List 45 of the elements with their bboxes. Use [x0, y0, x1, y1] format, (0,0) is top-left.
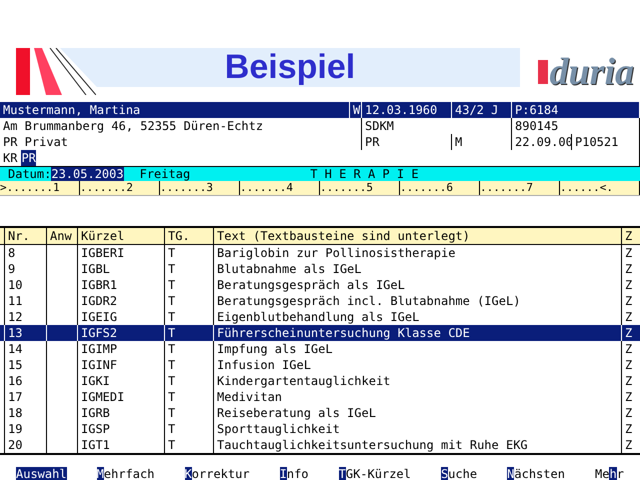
column-header: TG. — [164, 228, 213, 244]
ruler-mark: .......3 — [160, 181, 240, 195]
table-cell: 20 — [4, 437, 46, 453]
patient-number: P:6184 — [512, 102, 640, 118]
table-cell: IGT1 — [77, 437, 164, 453]
birth-date: 12.03.1960 — [362, 102, 452, 118]
table-cell: Z — [621, 437, 636, 453]
ruler-mark: >.......1 — [0, 181, 80, 195]
table-row[interactable]: 13 IGFS2 T Führerscheinuntersuchung Klasse CDE Z — [0, 325, 640, 341]
patient-name: Mustermann, Martina — [0, 102, 350, 118]
input-field[interactable]: PR — [21, 150, 36, 166]
function-key[interactable]: TGK-Kürzel — [338, 467, 411, 480]
table-cell: T — [164, 437, 213, 453]
column-header: Text (Textbausteine sind unterlegt) — [213, 228, 621, 244]
brand-logo: duria — [550, 50, 634, 94]
stripes-logo-icon — [16, 48, 96, 95]
banner-title: Beispiel — [224, 48, 356, 87]
column-header: Kürzel — [77, 228, 164, 244]
function-key[interactable]: Suche — [440, 467, 478, 480]
ruler-mark: .......6 — [400, 181, 480, 195]
date-label: Datum: — [8, 167, 52, 181]
function-key[interactable]: Meh r — [595, 467, 624, 480]
date-field[interactable]: 23.05.2003 — [51, 167, 124, 181]
function-key[interactable]: Nächsten — [507, 467, 565, 480]
patient-address: Am Brummanberg 46, 52355 Düren-Echtz — [0, 118, 362, 134]
function-key[interactable]: Info — [280, 467, 309, 480]
mode-title: T H E R A P I E — [310, 167, 419, 181]
function-key[interactable]: Auswahl — [16, 467, 67, 480]
field-value: P10521 — [572, 134, 640, 150]
function-key[interactable]: Korrektur — [184, 467, 250, 480]
logo-square-icon — [538, 60, 548, 84]
table-cell: Tauchtauglichkeitsuntersuchung mit Ruhe EKG — [213, 437, 621, 453]
ruler-mark: .......2 — [80, 181, 160, 195]
ruler-mark: .......5 — [320, 181, 400, 195]
ruler-mark: .......7 — [480, 181, 560, 195]
patient-sex: W — [350, 102, 362, 118]
ruler-mark: .......4 — [240, 181, 320, 195]
field-label: KR — [3, 150, 18, 166]
weekday: Freitag — [140, 167, 190, 181]
column-header: Z — [621, 228, 636, 244]
ruler-mark: ......<. — [560, 181, 640, 195]
column-header: Anw — [46, 228, 77, 244]
function-key[interactable]: Mehrfach — [96, 467, 154, 480]
patient-age: 43/2 J — [452, 102, 512, 118]
column-header: Nr. — [4, 228, 46, 244]
